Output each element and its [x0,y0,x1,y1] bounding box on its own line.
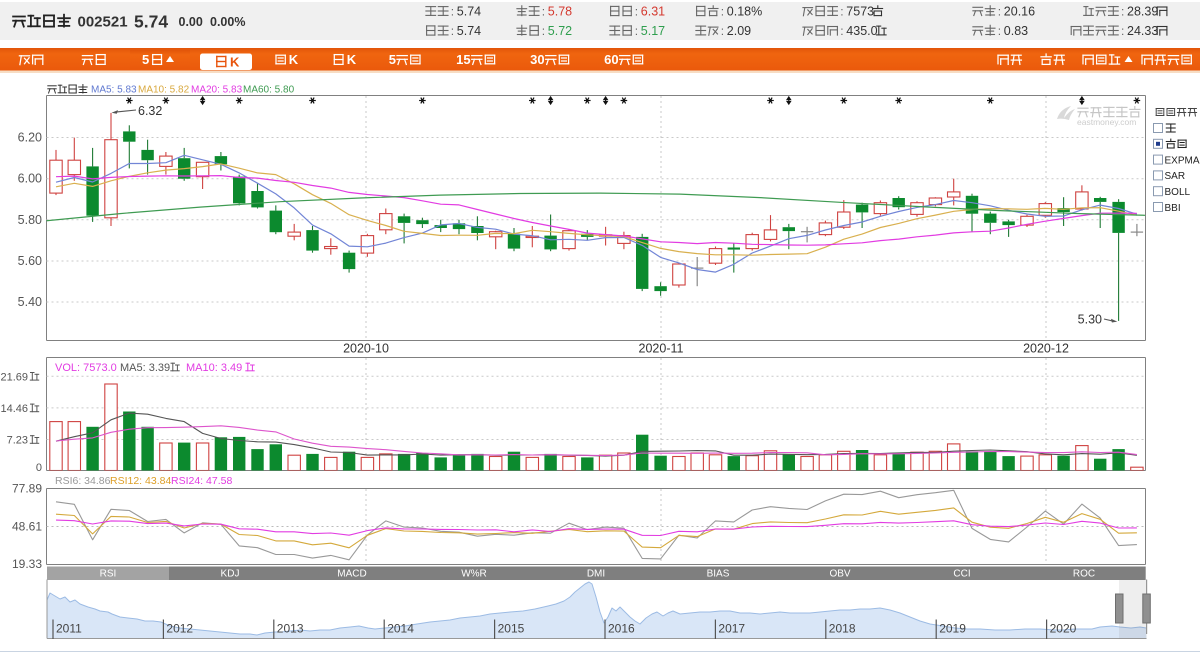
svg-text:2019: 2019 [939,622,966,636]
svg-text:0.83: 0.83 [1004,24,1028,38]
svg-text:2020: 2020 [1050,622,1077,636]
svg-text:2.09: 2.09 [727,24,751,38]
svg-text:6.32: 6.32 [138,104,162,118]
svg-text:6.00: 6.00 [18,172,42,186]
svg-text:MA5: 5.83: MA5: 5.83 [91,85,137,96]
svg-text::: : [721,5,724,19]
svg-text:5.74: 5.74 [457,5,481,19]
svg-text:6.31: 6.31 [641,5,665,19]
svg-text:SAR: SAR [1165,171,1186,182]
svg-text:0.18%: 0.18% [727,5,762,19]
svg-text:7.23: 7.23 [7,435,28,447]
svg-text:2020-12: 2020-12 [1023,342,1069,356]
svg-text:2011: 2011 [56,622,82,636]
svg-text::: : [451,24,454,38]
svg-text::: : [451,5,454,19]
svg-text::: : [635,24,638,38]
svg-text::: : [998,5,1001,19]
svg-text:5.78: 5.78 [548,5,572,19]
svg-text:OBV: OBV [829,569,850,580]
svg-text:RSI24: 47.58: RSI24: 47.58 [171,475,232,487]
svg-text:2016: 2016 [608,622,635,636]
svg-text:2013: 2013 [277,622,304,636]
svg-text::: : [542,5,545,19]
svg-text:RSI6: 34.86: RSI6: 34.86 [55,475,111,487]
svg-text:5.80: 5.80 [18,213,42,227]
svg-text:VOL: 7573.0: VOL: 7573.0 [55,362,117,374]
svg-text::: : [1121,5,1124,19]
svg-text:2020-10: 2020-10 [343,342,389,356]
svg-text:RSI12: 43.84: RSI12: 43.84 [110,475,171,487]
svg-text:435.0: 435.0 [846,24,877,38]
svg-text:DMI: DMI [587,569,605,580]
svg-text:14.46: 14.46 [0,403,28,415]
svg-text::: : [840,24,843,38]
svg-text:2014: 2014 [387,622,414,636]
svg-text::: : [840,5,843,19]
svg-text:K: K [289,52,299,67]
svg-text:2012: 2012 [166,622,193,636]
svg-text::: : [1121,24,1124,38]
svg-text::: : [721,24,724,38]
svg-text:5.40: 5.40 [18,295,42,309]
svg-text:7573: 7573 [846,5,874,19]
svg-text:5: 5 [142,52,149,67]
svg-text:MA20: 5.83: MA20: 5.83 [191,85,243,96]
svg-text:002521: 002521 [78,14,128,31]
svg-text:MA5: 3.39: MA5: 3.39 [120,362,170,374]
svg-text::: : [635,5,638,19]
svg-text:5.17: 5.17 [641,24,665,38]
svg-text:MACD: MACD [337,569,366,580]
svg-text:0: 0 [36,462,42,474]
svg-text:0.00%: 0.00% [210,15,245,29]
svg-text:5: 5 [389,52,396,67]
svg-text:2017: 2017 [718,622,745,636]
svg-text:2015: 2015 [498,622,525,636]
svg-text:77.89: 77.89 [12,482,42,496]
svg-text:W%R: W%R [461,569,487,580]
svg-text:48.61: 48.61 [12,520,42,534]
svg-text:5.30: 5.30 [1078,313,1102,327]
svg-text:24.33: 24.33 [1127,24,1158,38]
svg-text:KDJ: KDJ [221,569,240,580]
svg-text:CCI: CCI [953,569,970,580]
svg-text:MA60: 5.80: MA60: 5.80 [243,85,295,96]
svg-text:2020-11: 2020-11 [639,342,684,356]
svg-text::: : [542,24,545,38]
svg-text:15: 15 [456,52,470,67]
svg-text:EXPMA: EXPMA [1165,155,1200,166]
svg-text:20.16: 20.16 [1004,5,1035,19]
svg-text:eastmoney.com: eastmoney.com [1077,117,1136,127]
svg-text:BIAS: BIAS [707,569,730,580]
svg-text:K: K [230,55,240,70]
svg-text:0.00: 0.00 [179,15,203,29]
svg-text:MA10: 5.82: MA10: 5.82 [138,85,190,96]
svg-text:60: 60 [604,52,618,67]
svg-text:6.20: 6.20 [18,131,42,145]
svg-text:5.60: 5.60 [18,254,42,268]
svg-text::: : [998,24,1001,38]
svg-text:19.33: 19.33 [12,557,42,571]
svg-text:2018: 2018 [829,622,856,636]
svg-text:BBI: BBI [1165,203,1181,214]
svg-text:21.69: 21.69 [0,371,28,383]
svg-text:RSI: RSI [100,569,117,580]
svg-text:28.39: 28.39 [1127,5,1158,19]
svg-text:ROC: ROC [1073,569,1095,580]
svg-text:5.72: 5.72 [548,24,572,38]
svg-text:30: 30 [530,52,544,67]
svg-text:5.74: 5.74 [134,12,168,32]
svg-text:BOLL: BOLL [1165,187,1191,198]
svg-text:5.74: 5.74 [457,24,481,38]
svg-text:MA10: 3.49: MA10: 3.49 [186,362,242,374]
svg-text:K: K [347,52,357,67]
